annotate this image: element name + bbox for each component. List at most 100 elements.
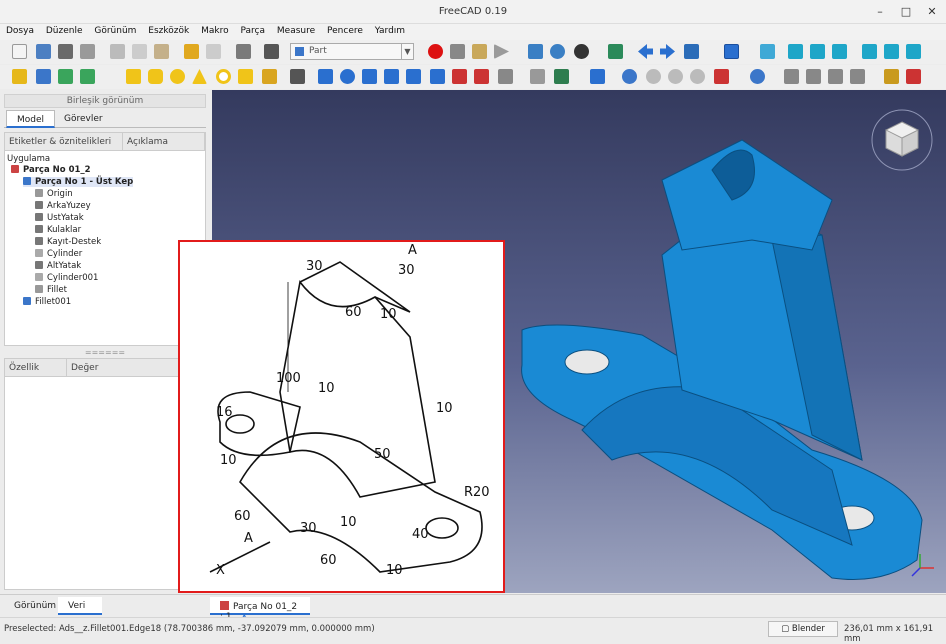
tab-gorevler[interactable]: Görevler (54, 110, 113, 128)
compound-icon[interactable] (784, 69, 799, 84)
bounding-box-icon[interactable] (608, 44, 623, 59)
workbench-selector[interactable]: Part ▼ (290, 43, 414, 60)
navigation-cube[interactable] (871, 109, 933, 171)
document-tab[interactable]: Parça No 01_2 : 1 ✕ (210, 597, 310, 622)
offset-icon[interactable] (590, 69, 605, 84)
tree-item-fillet001[interactable]: Fillet001 (23, 297, 71, 307)
loft-icon[interactable] (474, 69, 489, 84)
column-labels[interactable]: Etiketler & öznitelikleri (5, 133, 123, 151)
tree-item-kayit-destek[interactable]: Kayıt-Destek (35, 237, 101, 247)
folder-icon[interactable] (36, 69, 51, 84)
tree-item-ustyatak[interactable]: UstYatak (35, 213, 84, 223)
common-icon[interactable] (690, 69, 705, 84)
tube-icon[interactable] (238, 69, 253, 84)
menu-gorunum[interactable]: Görünüm (88, 24, 139, 36)
menu-makro[interactable]: Makro (195, 24, 232, 36)
copy-icon[interactable] (132, 44, 147, 59)
navigation-style-button[interactable]: ▢ Blender (768, 621, 838, 637)
save-icon[interactable] (58, 44, 73, 59)
cross-sections-icon[interactable] (554, 69, 569, 84)
edit-macro-icon[interactable] (472, 44, 487, 59)
axo-view-icon[interactable] (760, 44, 775, 59)
stop-macro-icon[interactable] (450, 44, 465, 59)
link-icon[interactable] (684, 44, 699, 59)
draw-style-icon[interactable] (574, 44, 589, 59)
mirror-icon[interactable] (362, 69, 377, 84)
front-view-icon[interactable] (788, 44, 803, 59)
tab-veri[interactable]: Veri (58, 597, 102, 615)
tree-item-document[interactable]: Parça No 01_2 (11, 165, 91, 175)
shape-builder-icon[interactable] (290, 69, 305, 84)
split-icon[interactable] (750, 69, 765, 84)
cut-icon[interactable] (110, 44, 125, 59)
print-icon[interactable] (80, 44, 95, 59)
make-face-icon[interactable] (430, 69, 445, 84)
open-file-icon[interactable] (36, 44, 51, 59)
top-view-icon[interactable] (810, 44, 825, 59)
tree-item-arkayuzey[interactable]: ArkaYuzey (35, 201, 91, 211)
cylinder-icon[interactable] (148, 69, 163, 84)
right-view-icon[interactable] (832, 44, 847, 59)
rear-view-icon[interactable] (862, 44, 877, 59)
record-macro-icon[interactable] (428, 44, 443, 59)
whats-this-icon[interactable] (264, 44, 279, 59)
menu-duzenle[interactable]: Düzenle (40, 24, 86, 36)
menu-pencere[interactable]: Pencere (321, 24, 366, 36)
export-icon[interactable] (80, 69, 95, 84)
section-icon[interactable] (530, 69, 545, 84)
cut-boolean-icon[interactable] (646, 69, 661, 84)
check-geometry-icon[interactable] (806, 69, 821, 84)
menu-eszkozok[interactable]: Eszközök (142, 24, 192, 36)
tab-gorunum[interactable]: Görünüm (4, 597, 66, 615)
left-view-icon[interactable] (906, 44, 921, 59)
tree-item-fillet[interactable]: Fillet (35, 285, 67, 295)
import-icon[interactable] (58, 69, 73, 84)
tree-item-cylinder001[interactable]: Cylinder001 (35, 273, 98, 283)
box-icon[interactable] (126, 69, 141, 84)
measure-clear-icon[interactable] (906, 69, 921, 84)
cone-icon[interactable] (192, 69, 207, 84)
sphere-icon[interactable] (170, 69, 185, 84)
column-description[interactable]: Açıklama (123, 133, 205, 151)
run-macro-icon[interactable] (494, 44, 509, 59)
bottom-view-icon[interactable] (884, 44, 899, 59)
paste-icon[interactable] (154, 44, 169, 59)
fit-selection-icon[interactable] (550, 44, 565, 59)
fuse-icon[interactable] (668, 69, 683, 84)
revolve-icon[interactable] (340, 69, 355, 84)
tree-item-altyatak[interactable]: AltYatak (35, 261, 81, 271)
fit-all-icon[interactable] (528, 44, 543, 59)
redo-icon[interactable] (206, 44, 221, 59)
menu-parca[interactable]: Parça (235, 24, 269, 36)
menu-measure[interactable]: Measure (271, 24, 318, 36)
new-file-icon[interactable] (12, 44, 27, 59)
undo-icon[interactable] (184, 44, 199, 59)
tree-item-cylinder[interactable]: Cylinder (35, 249, 82, 259)
extrude-icon[interactable] (318, 69, 333, 84)
part-icon[interactable] (12, 69, 27, 84)
measure-linear-icon[interactable] (884, 69, 899, 84)
forward-arrow-icon[interactable] (660, 44, 675, 59)
torus-icon[interactable] (216, 69, 231, 84)
minimize-button[interactable]: – (870, 3, 890, 21)
menu-yardim[interactable]: Yardım (369, 24, 408, 36)
attachment-icon[interactable] (850, 69, 865, 84)
tree-item-origin[interactable]: Origin (35, 189, 73, 199)
ruled-surface-icon[interactable] (452, 69, 467, 84)
back-arrow-icon[interactable] (638, 44, 653, 59)
tab-model[interactable]: Model (6, 110, 56, 128)
maximize-button[interactable]: □ (896, 3, 916, 21)
sweep-icon[interactable] (498, 69, 513, 84)
menu-dosya[interactable]: Dosya (0, 24, 37, 36)
chamfer-icon[interactable] (406, 69, 421, 84)
join-icon[interactable] (714, 69, 729, 84)
primitives-icon[interactable] (262, 69, 277, 84)
boolean-icon[interactable] (622, 69, 637, 84)
tree-item-part[interactable]: Parça No 1 - Üst Kep (23, 177, 134, 187)
column-property[interactable]: Özellik (5, 359, 67, 377)
close-button[interactable]: ✕ (922, 3, 942, 21)
tree-item-kulaklar[interactable]: Kulaklar (35, 225, 81, 235)
defeaturing-icon[interactable] (828, 69, 843, 84)
fillet-icon[interactable] (384, 69, 399, 84)
zoom-icon[interactable] (724, 44, 739, 59)
